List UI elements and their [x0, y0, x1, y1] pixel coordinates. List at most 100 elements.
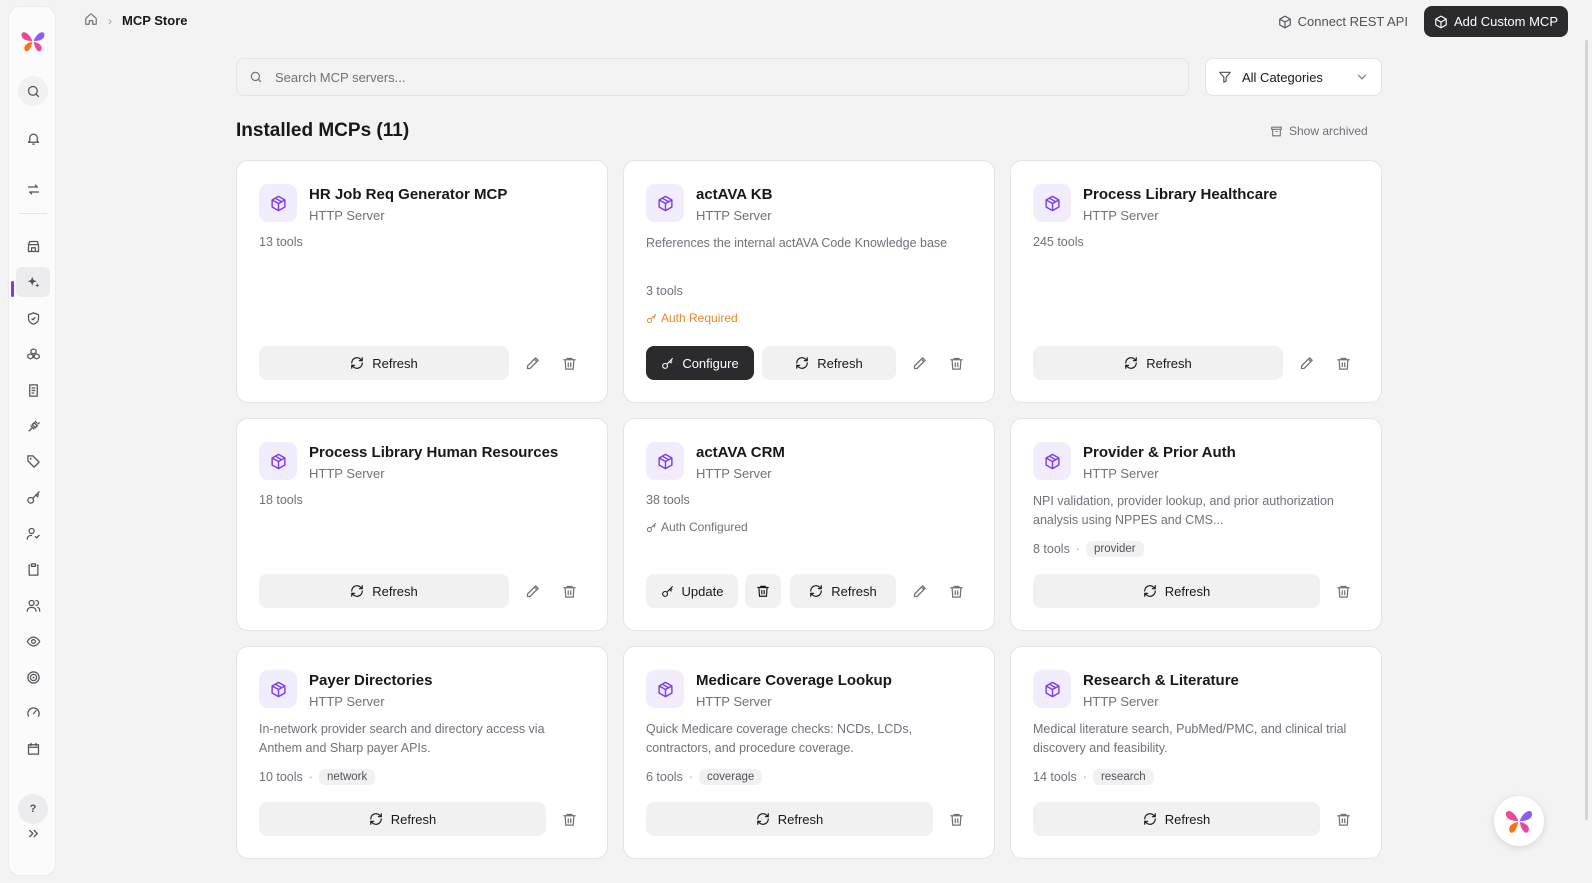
refresh-button[interactable]: Refresh: [259, 802, 546, 836]
eye-icon[interactable]: [21, 629, 45, 653]
show-archived-button[interactable]: Show archived: [1270, 124, 1368, 138]
tools-count: 14 tools: [1033, 770, 1077, 784]
shield-icon[interactable]: [21, 306, 45, 330]
plug-icon[interactable]: [21, 414, 45, 438]
delete-button[interactable]: [1331, 807, 1355, 831]
edit-button[interactable]: [907, 579, 931, 603]
refresh-button[interactable]: Refresh: [259, 574, 509, 608]
header-actions: Connect REST API Add Custom MCP: [1276, 6, 1568, 37]
users-icon[interactable]: [21, 593, 45, 617]
refresh-button[interactable]: Refresh: [646, 802, 933, 836]
refresh-button[interactable]: Refresh: [1033, 802, 1320, 836]
scrollbar[interactable]: [1585, 40, 1588, 820]
search-icon[interactable]: [18, 76, 48, 106]
card-title: actAVA CRM: [696, 444, 785, 461]
card-tools-count: 8 tools · provider: [1033, 541, 1144, 557]
expand-sidebar-icon[interactable]: [21, 821, 45, 845]
card-subtitle: HTTP Server: [1083, 208, 1159, 223]
refresh-icon: [1143, 584, 1157, 598]
breadcrumb-current: MCP Store: [122, 13, 188, 28]
active-indicator: [11, 281, 14, 297]
remove-auth-button[interactable]: [745, 574, 781, 608]
auth-status-label: Auth Required: [661, 311, 738, 325]
bell-icon[interactable]: [21, 126, 45, 150]
archive-icon: [1271, 126, 1282, 136]
switch-icon[interactable]: [21, 177, 45, 201]
delete-button[interactable]: [944, 807, 968, 831]
edit-button[interactable]: [907, 351, 931, 375]
key-icon: [661, 585, 674, 598]
card-title: Payer Directories: [309, 672, 433, 689]
delete-button[interactable]: [1331, 351, 1355, 375]
card-title: Medicare Coverage Lookup: [696, 672, 892, 689]
edit-button[interactable]: [1294, 351, 1318, 375]
mcp-card: Medicare Coverage Lookup HTTP Server Qui…: [623, 646, 995, 859]
search-icon: [250, 71, 262, 83]
separator-dot: ·: [688, 770, 694, 784]
refresh-button[interactable]: Refresh: [1033, 346, 1283, 380]
refresh-icon: [795, 356, 809, 370]
card-tools-count: 13 tools: [259, 235, 303, 249]
calendar-icon[interactable]: [21, 736, 45, 760]
delete-button[interactable]: [557, 351, 581, 375]
mcp-card: Research & Literature HTTP Server Medica…: [1010, 646, 1382, 859]
store-icon[interactable]: [21, 234, 45, 258]
key-icon: [661, 357, 674, 370]
key-icon[interactable]: [21, 485, 45, 509]
card-description: References the internal actAVA Code Know…: [646, 236, 948, 250]
refresh-button[interactable]: Refresh: [762, 346, 896, 380]
document-icon[interactable]: [21, 378, 45, 402]
user-check-icon[interactable]: [21, 521, 45, 545]
trash-icon: [562, 584, 577, 599]
home-icon[interactable]: [84, 12, 98, 29]
tools-count: 38 tools: [646, 493, 690, 507]
cubes-icon[interactable]: [21, 342, 45, 366]
gauge-icon[interactable]: [21, 700, 45, 724]
card-subtitle: HTTP Server: [696, 208, 772, 223]
separator-dot: ·: [1075, 542, 1081, 556]
edit-button[interactable]: [520, 351, 544, 375]
app-logo[interactable]: [19, 27, 47, 55]
help-button[interactable]: ?: [18, 794, 48, 824]
target-icon[interactable]: [21, 665, 45, 689]
refresh-icon: [756, 812, 770, 826]
category-tag: coverage: [699, 769, 763, 785]
configure-button[interactable]: Configure: [646, 346, 754, 380]
cube-icon: [259, 442, 297, 480]
add-custom-mcp-button[interactable]: Add Custom MCP: [1423, 6, 1568, 37]
delete-button[interactable]: [1331, 579, 1355, 603]
search-input[interactable]: [275, 69, 1155, 85]
category-tag: research: [1092, 769, 1154, 785]
card-tools-count: 3 tools: [646, 284, 683, 298]
refresh-label: Refresh: [372, 583, 418, 599]
connect-rest-api-button[interactable]: Connect REST API: [1276, 8, 1410, 35]
delete-button[interactable]: [557, 579, 581, 603]
category-tag: provider: [1086, 541, 1144, 557]
update-button[interactable]: Update: [646, 574, 738, 608]
refresh-icon: [350, 584, 364, 598]
chevron-right-icon: ›: [108, 13, 112, 28]
card-subtitle: HTTP Server: [309, 694, 385, 709]
delete-button[interactable]: [944, 351, 968, 375]
card-title: HR Job Req Generator MCP: [309, 186, 508, 203]
refresh-button[interactable]: Refresh: [1033, 574, 1320, 608]
add-custom-mcp-label: Add Custom MCP: [1453, 14, 1558, 29]
delete-button[interactable]: [557, 807, 581, 831]
tools-count: 6 tools: [646, 770, 683, 784]
refresh-button[interactable]: Refresh: [790, 574, 896, 608]
mcp-sparkle-icon[interactable]: [16, 267, 50, 297]
pencil-icon: [912, 584, 927, 599]
assistant-launcher-button[interactable]: [1494, 796, 1544, 846]
category-select[interactable]: All Categories: [1205, 58, 1382, 96]
tools-count: 18 tools: [259, 493, 303, 507]
edit-button[interactable]: [520, 579, 544, 603]
trash-icon: [949, 584, 964, 599]
refresh-label: Refresh: [831, 583, 877, 599]
refresh-button[interactable]: Refresh: [259, 346, 509, 380]
clipboard-icon[interactable]: [21, 557, 45, 581]
tag-icon[interactable]: [21, 449, 45, 473]
cube-icon: [646, 184, 684, 222]
delete-button[interactable]: [944, 579, 968, 603]
card-tools-count: 14 tools · research: [1033, 769, 1154, 785]
trash-icon: [756, 584, 770, 598]
